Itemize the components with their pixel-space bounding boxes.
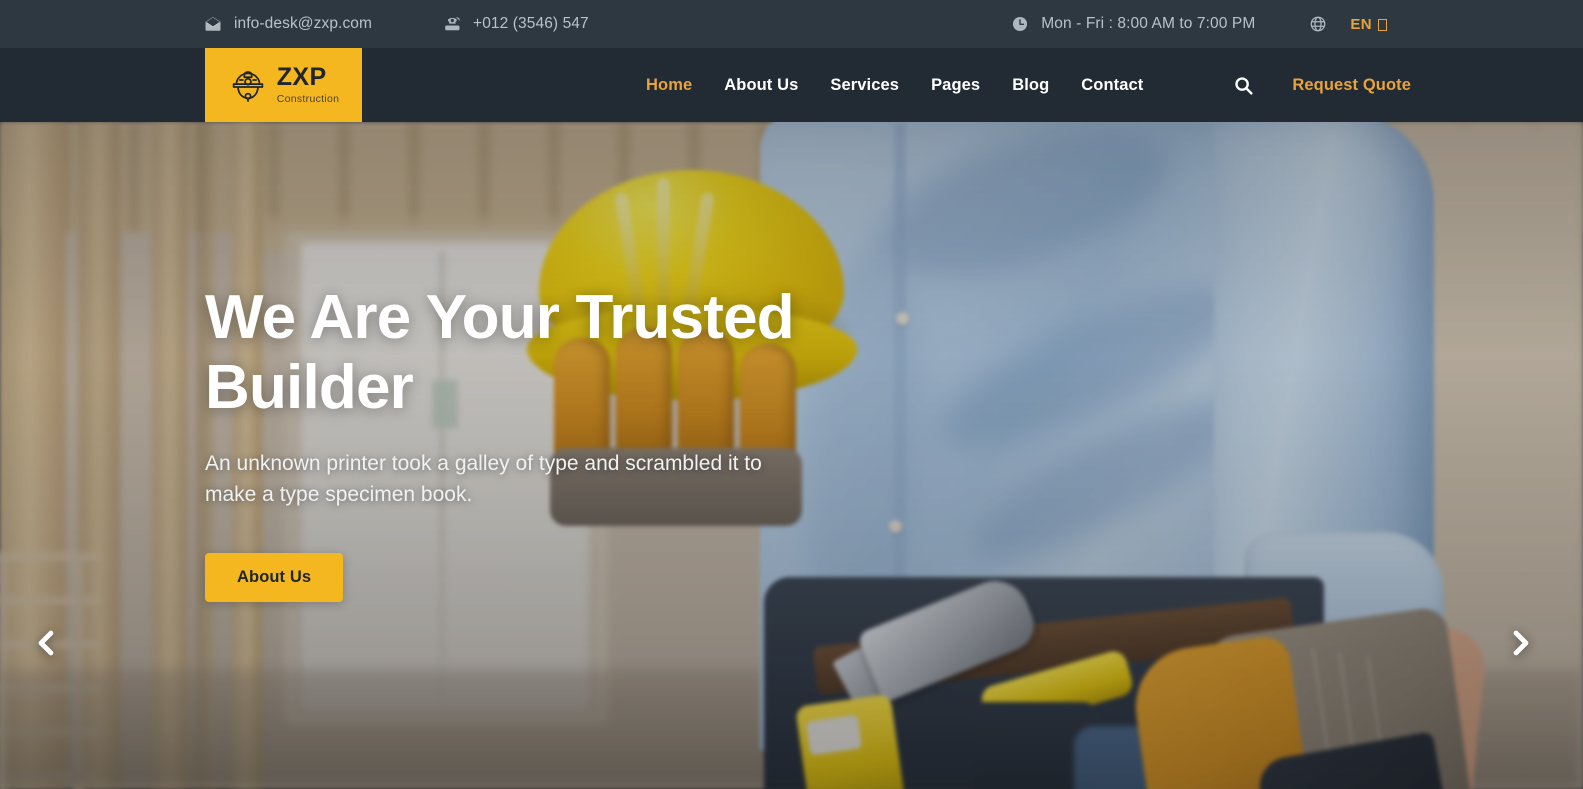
hero-content: We Are Your Trusted Builder An unknown p…	[205, 122, 905, 789]
top-bar-email[interactable]: info-desk@zxp.com	[203, 14, 372, 34]
logo-title: ZXP	[276, 63, 327, 92]
top-bar: info-desk@zxp.com +012 (3546) 547 Mon - …	[0, 0, 1583, 48]
nav-item-services[interactable]: Services	[814, 76, 915, 95]
chevron-down-icon	[1378, 19, 1387, 31]
site-logo[interactable]: ZXP Construction	[205, 48, 362, 122]
top-bar-phone[interactable]: +012 (3546) 547	[442, 14, 589, 34]
hero-paragraph: An unknown printer took a galley of type…	[205, 452, 762, 507]
telephone-icon	[442, 14, 462, 34]
top-bar-email-text: info-desk@zxp.com	[234, 15, 373, 32]
top-bar-right-group: Mon - Fri : 8:00 AM to 7:00 PM EN	[1010, 14, 1387, 34]
logo-text-group: ZXP Construction	[277, 65, 340, 105]
envelope-icon	[203, 14, 223, 34]
nav-menu: Home About Us Services Pages Blog Contac…	[630, 48, 1159, 122]
language-label: EN	[1350, 15, 1372, 33]
top-bar-contact-group: info-desk@zxp.com +012 (3546) 547	[203, 14, 589, 34]
nav-item-about-us[interactable]: About Us	[708, 76, 814, 95]
nav-item-blog[interactable]: Blog	[996, 76, 1065, 95]
top-bar-hours: Mon - Fri : 8:00 AM to 7:00 PM	[1010, 14, 1255, 34]
nav-item-pages[interactable]: Pages	[915, 76, 996, 95]
logo-subtitle: Construction	[276, 93, 340, 106]
request-quote-button[interactable]: Request Quote	[1292, 76, 1411, 95]
clock-icon	[1010, 14, 1030, 34]
chevron-right-icon	[1504, 626, 1538, 660]
globe-icon	[1308, 14, 1328, 34]
hero-slider: We Are Your Trusted Builder An unknown p…	[0, 122, 1583, 789]
slider-next-button[interactable]	[1495, 617, 1547, 669]
top-bar-phone-text: +012 (3546) 547	[473, 15, 589, 32]
nav-actions: Request Quote	[1223, 48, 1411, 122]
main-navigation-bar: ZXP Construction Home About Us Services …	[0, 48, 1583, 122]
chevron-left-icon	[29, 626, 63, 660]
hero-heading: We Are Your Trusted Builder	[205, 283, 795, 422]
top-bar-hours-text: Mon - Fri : 8:00 AM to 7:00 PM	[1041, 15, 1256, 32]
search-icon[interactable]	[1223, 65, 1263, 105]
hard-hat-icon	[228, 66, 268, 104]
hero-about-us-button[interactable]: About Us	[205, 552, 344, 602]
slider-prev-button[interactable]	[20, 617, 72, 669]
nav-item-contact[interactable]: Contact	[1065, 76, 1159, 95]
language-selector[interactable]: EN	[1308, 14, 1387, 34]
nav-item-home[interactable]: Home	[630, 76, 708, 95]
